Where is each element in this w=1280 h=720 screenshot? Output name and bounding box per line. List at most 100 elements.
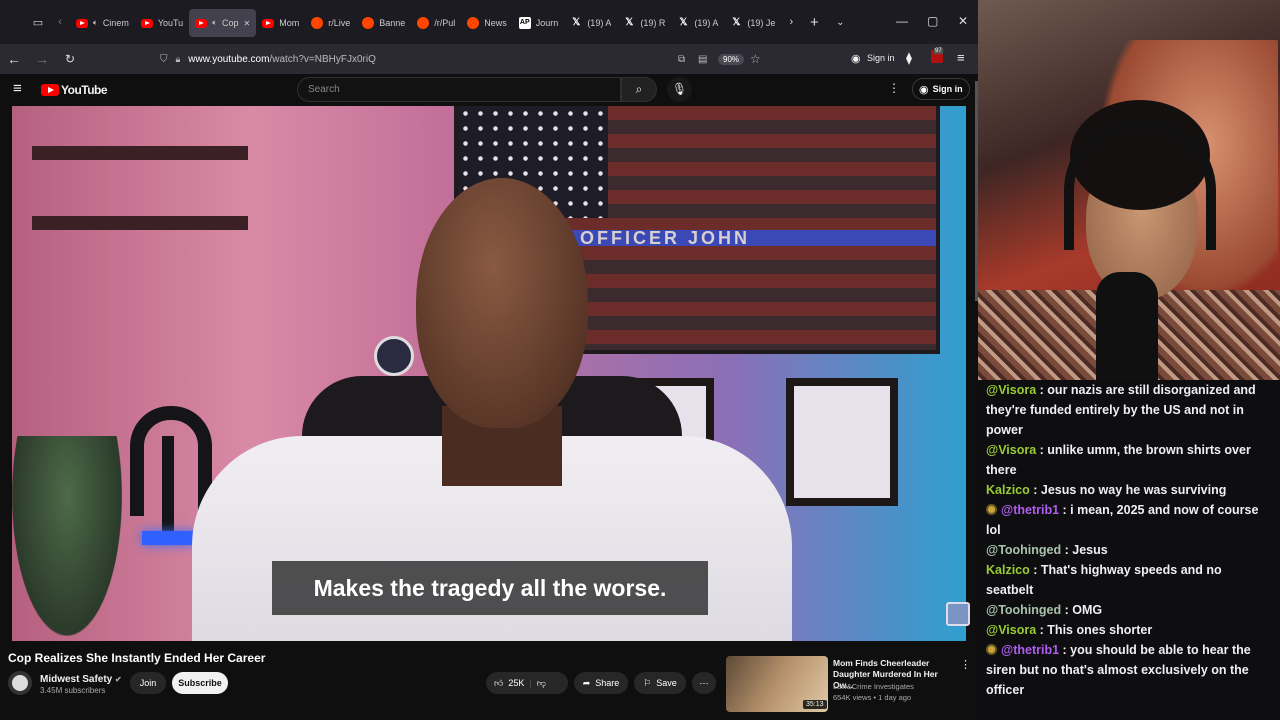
tab-label: r/Live: [328, 18, 351, 28]
video-info: Cop Realizes She Instantly Ended Her Car…: [0, 81, 978, 720]
new-tab-icon[interactable]: +: [801, 14, 827, 31]
reload-icon[interactable]: ↻: [56, 52, 84, 66]
recommended-meta: 654K views • 1 day ago: [833, 693, 912, 702]
browser-tab[interactable]: 𝕏 (19) R: [617, 9, 671, 37]
channel-avatar[interactable]: [8, 671, 32, 695]
youtube-signin-button[interactable]: ◉ Sign in: [912, 78, 970, 100]
close-window-icon[interactable]: ✕: [958, 14, 968, 28]
hamburger-icon[interactable]: ≡: [13, 80, 22, 97]
chat-username[interactable]: @thetrib1: [1001, 503, 1059, 517]
chat-text: Jesus no way he was surviving: [1040, 483, 1227, 497]
browser-tab[interactable]: r/Live: [305, 9, 356, 37]
tab-label: (19) A: [694, 18, 719, 28]
browser-tab[interactable]: 🔈︎ Cop ✕: [189, 9, 257, 37]
browser-tab[interactable]: News: [461, 9, 513, 37]
like-count[interactable]: 25K: [508, 678, 524, 688]
tab-list-icon[interactable]: ⌄: [827, 17, 853, 28]
browser-tab[interactable]: AP Journ: [513, 9, 565, 37]
lock-icon[interactable]: 🔒︎: [176, 54, 181, 65]
save-button[interactable]: ⚐ Save: [634, 672, 686, 694]
chat-username[interactable]: @Toohinged: [986, 603, 1061, 617]
search-button[interactable]: ⌕: [621, 77, 657, 102]
join-button[interactable]: Join: [130, 672, 166, 694]
address-bar[interactable]: ⛉ 🔒︎ www.youtube.com/watch?v=NBHyFJx0riQ…: [152, 47, 772, 71]
extensions-icon[interactable]: ⧫: [906, 51, 912, 65]
recommended-video[interactable]: 35:13 Mom Finds Cheerleader Daughter Mur…: [726, 656, 976, 712]
speaker-icon[interactable]: 🔈︎: [212, 18, 217, 28]
chat-message: @Visora : This ones shorter: [986, 620, 1272, 640]
shelf-top: [32, 146, 248, 160]
browser-tab[interactable]: 🔈︎ Cinem: [70, 9, 135, 37]
user-circle-icon: ◉: [919, 83, 929, 96]
screen: ▭ ‹ 🔈︎ Cinem YouTu 🔈︎ Cop ✕ Mom r/Live Banne/r/P…: [0, 0, 1280, 720]
chat-username[interactable]: Kalzico: [986, 563, 1030, 577]
back-icon[interactable]: ←: [0, 51, 28, 67]
zoom-level[interactable]: 90%: [718, 53, 745, 65]
thumbs-down-icon[interactable]: 👎︎: [537, 678, 546, 689]
url-path: /watch?v=NBHyFJx0riQ: [269, 53, 376, 65]
browser-tab[interactable]: YouTu: [135, 9, 189, 37]
channel-name[interactable]: Midwest Safety ✔︎: [40, 674, 122, 685]
chat-message: Kalzico : That's highway speeds and no s…: [986, 560, 1272, 600]
stream-overlay: @Visora : our nazis are still disorganiz…: [978, 0, 1280, 720]
reader-view-icon[interactable]: ▤: [698, 54, 707, 65]
chat-username[interactable]: Kalzico: [986, 483, 1030, 497]
browser-tab[interactable]: 𝕏 (19) A: [671, 9, 724, 37]
menu-icon[interactable]: ≡: [957, 50, 965, 65]
browser-tab[interactable]: 𝕏 (19) A: [564, 9, 617, 37]
youtube-icon: [76, 18, 88, 28]
youtube-logo[interactable]: YouTube: [61, 83, 108, 97]
browser-tab[interactable]: /r/Pul: [411, 9, 461, 37]
browser-tab[interactable]: Mom: [256, 9, 305, 37]
share-icon: ➦: [582, 677, 591, 688]
thumbs-up-icon[interactable]: 👍︎: [494, 678, 503, 689]
chat-username[interactable]: @thetrib1: [1001, 643, 1059, 657]
forward-icon[interactable]: →: [28, 51, 56, 67]
chat-text: This ones shorter: [1047, 623, 1153, 637]
chat-username[interactable]: @Visora: [986, 383, 1036, 397]
browser-tab[interactable]: Banne: [356, 9, 411, 37]
subscribe-button[interactable]: Subscribe: [172, 672, 228, 694]
speaker-icon[interactable]: 🔈︎: [93, 18, 98, 28]
tab-overview-icon[interactable]: ▭: [26, 16, 50, 29]
voice-search-button[interactable]: 🎙︎: [667, 77, 692, 102]
youtube-icon: [262, 18, 275, 28]
ap-icon: AP: [518, 17, 531, 29]
bookmark-star-icon[interactable]: ☆: [750, 52, 761, 66]
channel-name-text: Midwest Safety: [40, 674, 113, 685]
tab-label: Cop: [222, 18, 239, 28]
close-tab-icon[interactable]: ✕: [244, 19, 251, 28]
subscriber-count: 3.45M subscribers: [40, 686, 106, 695]
url-text[interactable]: www.youtube.com/watch?v=NBHyFJx0riQ: [188, 54, 376, 65]
search-box[interactable]: Search: [297, 77, 621, 102]
chat-username[interactable]: @Visora: [986, 443, 1036, 457]
shield-icon[interactable]: ⛉: [160, 54, 168, 65]
x-icon: 𝕏: [732, 17, 741, 28]
minimize-icon[interactable]: —: [896, 14, 908, 28]
chat-message: @Toohinged : OMG: [986, 600, 1272, 620]
chat-username[interactable]: @Visora: [986, 623, 1036, 637]
more-options-icon[interactable]: ⋮: [888, 81, 900, 95]
maximize-icon[interactable]: ▢: [927, 14, 938, 28]
recommended-channel[interactable]: Law&Crime Investigates: [833, 682, 914, 691]
tab-bar: ▭ ‹ 🔈︎ Cinem YouTu 🔈︎ Cop ✕ Mom r/Live Banne/r/P…: [0, 0, 978, 44]
ellipsis-icon: ⋯: [699, 677, 709, 688]
search-input[interactable]: Search: [308, 84, 340, 95]
tabs-scroll-left-icon[interactable]: ‹: [50, 16, 70, 28]
youtube-icon: [140, 18, 153, 28]
x-icon: 𝕏: [679, 17, 688, 28]
channel-watermark-icon[interactable]: [946, 602, 970, 626]
account-icon[interactable]: ◉: [851, 52, 861, 65]
chat-username[interactable]: @Toohinged: [986, 543, 1061, 557]
share-button[interactable]: ➦ Share: [574, 672, 628, 694]
more-actions-button[interactable]: ⋯: [692, 672, 716, 694]
reddit-icon: [311, 17, 324, 29]
headset-stand-base: [142, 531, 196, 545]
like-dislike-group: 👍︎ 25K | 👎︎: [486, 672, 568, 694]
browser-signin-label[interactable]: Sign in: [867, 53, 895, 63]
recommended-more-icon[interactable]: ⋮: [960, 658, 971, 671]
browser-tab[interactable]: 𝕏 (19) Je: [724, 9, 781, 37]
tabs-scroll-right-icon[interactable]: ›: [781, 16, 801, 28]
picture-in-picture-icon[interactable]: ⧉: [678, 54, 685, 65]
subscriber-badge-icon: [986, 644, 997, 655]
